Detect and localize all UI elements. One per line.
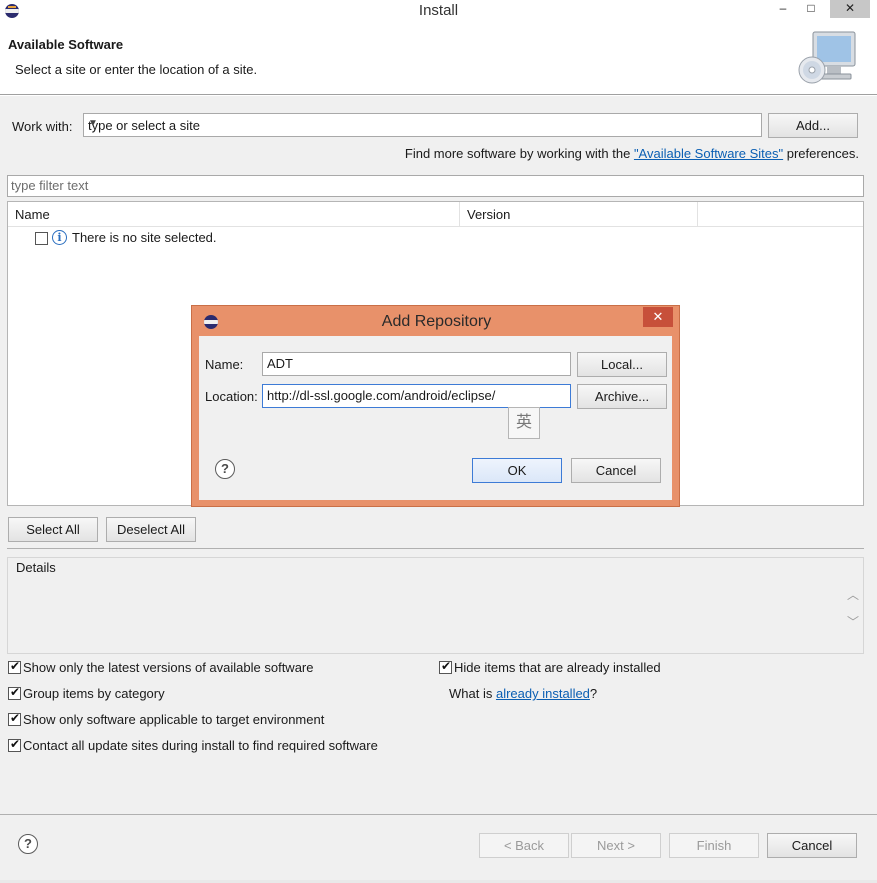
option-latest-label: Show only the latest versions of availab… <box>23 660 314 675</box>
add-repository-dialog: Add Repository ✕ Name: ADT Local... Loca… <box>191 305 680 507</box>
maximize-button[interactable]: □ <box>798 0 824 18</box>
details-separator <box>7 548 864 549</box>
option-latest-checkbox[interactable] <box>8 659 21 674</box>
option-group-label: Group items by category <box>23 686 165 701</box>
deselect-all-button[interactable]: Deselect All <box>106 517 196 542</box>
option-hide-installed-checkbox[interactable] <box>439 659 452 674</box>
ime-indicator-icon: 英 <box>508 407 540 439</box>
ok-button[interactable]: OK <box>472 458 562 483</box>
column-header-name[interactable]: Name <box>8 202 460 227</box>
column-header-version[interactable]: Version <box>460 202 698 227</box>
option-applicable-checkbox[interactable] <box>8 711 21 726</box>
title-bar: Install – □ ✕ <box>0 0 877 22</box>
more-software-suffix: preferences. <box>783 146 859 161</box>
option-hide-installed-label: Hide items that are already installed <box>454 660 661 675</box>
minimize-button[interactable]: – <box>770 0 796 18</box>
already-installed-link[interactable]: already installed <box>496 686 590 701</box>
add-site-button[interactable]: Add... <box>768 113 858 138</box>
dialog-title: Add Repository <box>381 313 492 330</box>
tree-row-checkbox[interactable] <box>35 232 48 245</box>
dialog-cancel-button[interactable]: Cancel <box>571 458 661 483</box>
info-icon: i <box>52 230 67 245</box>
help-icon[interactable]: ? <box>18 834 38 854</box>
page-subtitle: Select a site or enter the location of a… <box>15 62 258 77</box>
dialog-body: Name: ADT Local... Location: http://dl-s… <box>199 336 672 500</box>
chevron-down-icon[interactable]: ▼ <box>88 118 758 129</box>
available-software-sites-link[interactable]: "Available Software Sites" <box>634 146 783 161</box>
option-group-checkbox[interactable] <box>8 685 21 700</box>
local-button[interactable]: Local... <box>577 352 667 377</box>
cancel-button[interactable]: Cancel <box>767 833 857 858</box>
close-window-button[interactable]: ✕ <box>830 0 870 18</box>
scroll-down-icon[interactable]: ﹀ <box>847 613 859 630</box>
what-is-installed-text: What is already installed? <box>449 686 597 701</box>
what-is-suffix: ? <box>589 686 598 701</box>
repo-location-label: Location: <box>205 389 258 404</box>
dialog-help-icon[interactable]: ? <box>215 459 235 479</box>
what-is-prefix: What is <box>449 686 496 701</box>
dialog-close-button[interactable]: ✕ <box>643 307 673 327</box>
work-with-combo[interactable]: type or select a site ▼ <box>83 113 762 137</box>
scroll-up-icon[interactable]: ︿ <box>847 586 859 603</box>
next-button[interactable]: Next > <box>571 833 661 858</box>
footer-separator <box>0 814 877 815</box>
finish-button[interactable]: Finish <box>669 833 759 858</box>
repo-name-label: Name: <box>205 357 244 372</box>
option-contact-checkbox[interactable] <box>8 737 21 752</box>
monitor-cd-icon <box>798 31 856 84</box>
no-site-message: There is no site selected. <box>72 230 217 245</box>
select-all-button[interactable]: Select All <box>8 517 98 542</box>
work-with-label: Work with: <box>12 119 73 134</box>
back-button[interactable]: < Back <box>479 833 569 858</box>
option-applicable-label: Show only software applicable to target … <box>23 712 325 727</box>
more-software-prefix: Find more software by working with the <box>404 146 634 161</box>
repo-location-field[interactable]: http://dl-ssl.google.com/android/eclipse… <box>262 384 571 408</box>
details-label: Details <box>16 560 56 575</box>
repo-name-field[interactable]: ADT <box>262 352 571 376</box>
column-header-empty <box>698 202 863 227</box>
archive-button[interactable]: Archive... <box>577 384 667 409</box>
page-title: Available Software <box>8 37 124 52</box>
filter-input[interactable]: type filter text <box>7 175 864 197</box>
wizard-header: Available Software Select a site or ente… <box>0 22 877 95</box>
details-panel: Details ︿ ﹀ <box>7 557 864 654</box>
window-title: Install <box>418 2 459 19</box>
more-software-text: Find more software by working with the "… <box>405 146 859 161</box>
option-contact-label: Contact all update sites during install … <box>23 738 378 753</box>
